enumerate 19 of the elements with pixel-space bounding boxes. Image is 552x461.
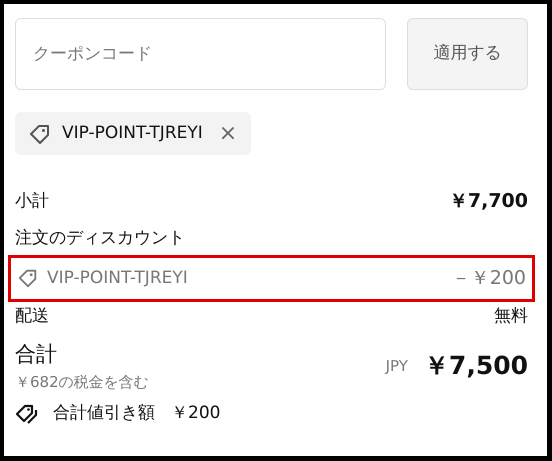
remove-coupon-button[interactable]: ×: [218, 122, 238, 144]
total-savings-label: 合計値引き額: [53, 402, 155, 425]
discount-heading: 注文のディスカウント: [15, 228, 185, 248]
tags-icon: [15, 402, 39, 425]
subtotal-value: ￥7,700: [448, 189, 528, 214]
apply-button[interactable]: 適用する: [407, 18, 528, 90]
shipping-label: 配送: [15, 304, 49, 328]
discount-code: VIP-POINT-TJREYI: [47, 266, 188, 290]
total-savings-value: ￥200: [171, 402, 220, 425]
shipping-value: 無料: [494, 304, 528, 328]
total-value: ￥7,500: [424, 350, 528, 382]
discount-amount: －￥200: [452, 266, 526, 291]
currency-code: JPY: [386, 356, 408, 377]
tax-note: ￥682の税金を含む: [15, 372, 149, 392]
subtotal-label: 小計: [15, 190, 49, 212]
total-label: 合計: [15, 341, 58, 368]
tag-icon: [17, 267, 39, 290]
coupon-code: VIP-POINT-TJREYI: [62, 122, 203, 145]
coupon-code-field[interactable]: クーポンコード: [15, 18, 386, 90]
